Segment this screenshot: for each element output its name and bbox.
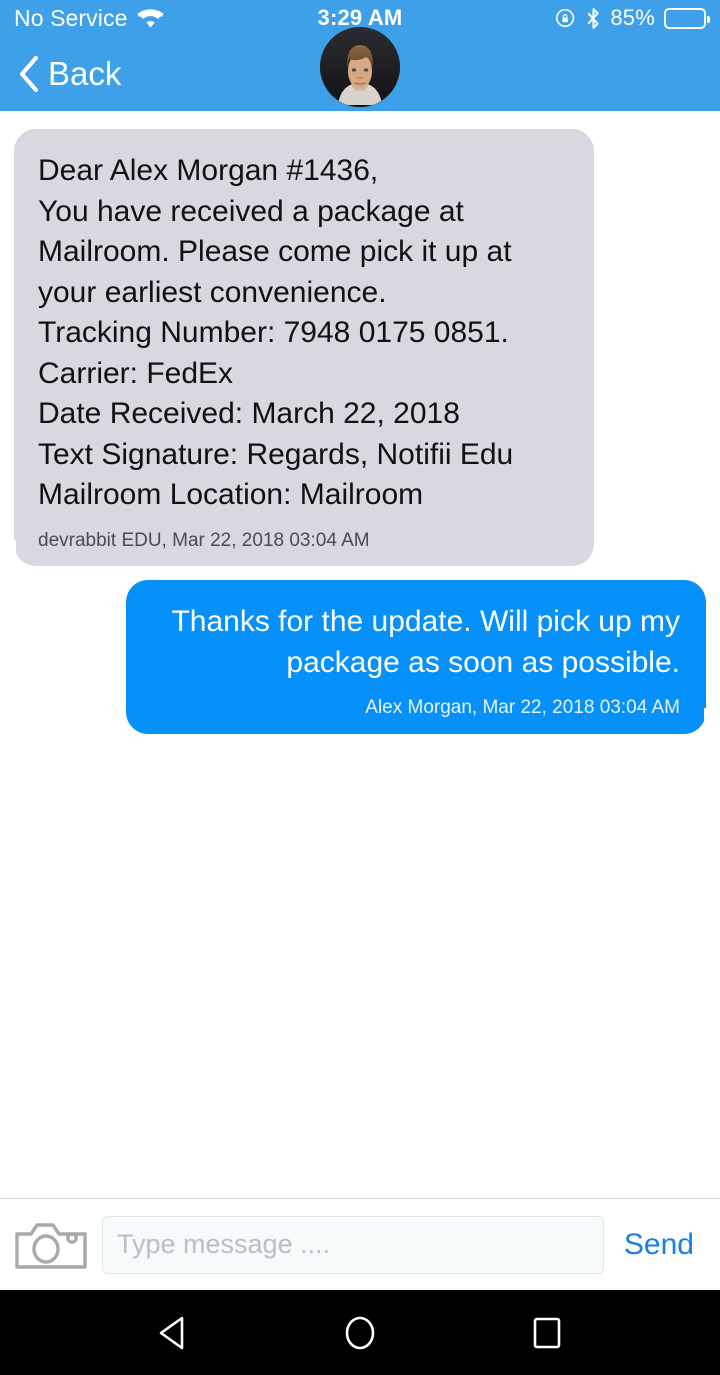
battery-icon	[664, 7, 710, 29]
send-button[interactable]: Send	[618, 1228, 706, 1262]
message-row-outgoing: Thanks for the update. Will pick up my p…	[0, 580, 720, 735]
message-bubble-outgoing[interactable]: Thanks for the update. Will pick up my p…	[126, 580, 720, 735]
camera-icon	[14, 1218, 88, 1272]
status-bar-left: No Service	[14, 4, 165, 31]
message-input[interactable]	[102, 1215, 604, 1274]
android-home-circle-icon	[341, 1313, 379, 1353]
message-meta: devrabbit EDU, Mar 22, 2018 03:04 AM	[38, 529, 370, 551]
wifi-icon	[137, 8, 165, 28]
rotation-lock-icon	[555, 7, 577, 29]
message-meta: Alex Morgan, Mar 22, 2018 03:04 AM	[365, 697, 680, 719]
phone-screen: No Service 3:29 AM 85% Back Dear Alex Mo…	[0, 0, 720, 1375]
back-button-label: Back	[48, 55, 122, 92]
back-button[interactable]: Back	[18, 55, 121, 93]
carrier-label: No Service	[14, 4, 128, 31]
android-back-button[interactable]	[156, 1314, 190, 1352]
android-back-triangle-icon	[156, 1314, 190, 1352]
message-list[interactable]: Dear Alex Morgan #1436, You have receive…	[0, 111, 720, 1198]
battery-percent-label: 85%	[610, 5, 655, 30]
android-system-navigation-bar	[0, 1290, 720, 1375]
message-text: Thanks for the update. Will pick up my p…	[171, 605, 680, 679]
message-bubble-incoming[interactable]: Dear Alex Morgan #1436, You have receive…	[0, 129, 594, 567]
message-text: Dear Alex Morgan #1436, You have receive…	[38, 154, 514, 511]
navigation-header: Back	[0, 27, 720, 111]
chevron-left-icon	[18, 55, 40, 93]
message-row-incoming: Dear Alex Morgan #1436, You have receive…	[0, 129, 720, 567]
android-home-button[interactable]	[341, 1313, 379, 1353]
android-recents-button[interactable]	[530, 1313, 564, 1353]
android-recents-square-icon	[530, 1313, 564, 1353]
camera-button[interactable]	[14, 1218, 88, 1272]
avatar[interactable]	[320, 27, 400, 107]
message-composer: Send	[0, 1198, 720, 1290]
bluetooth-icon	[586, 7, 601, 30]
status-bar-right: 85%	[555, 5, 710, 31]
